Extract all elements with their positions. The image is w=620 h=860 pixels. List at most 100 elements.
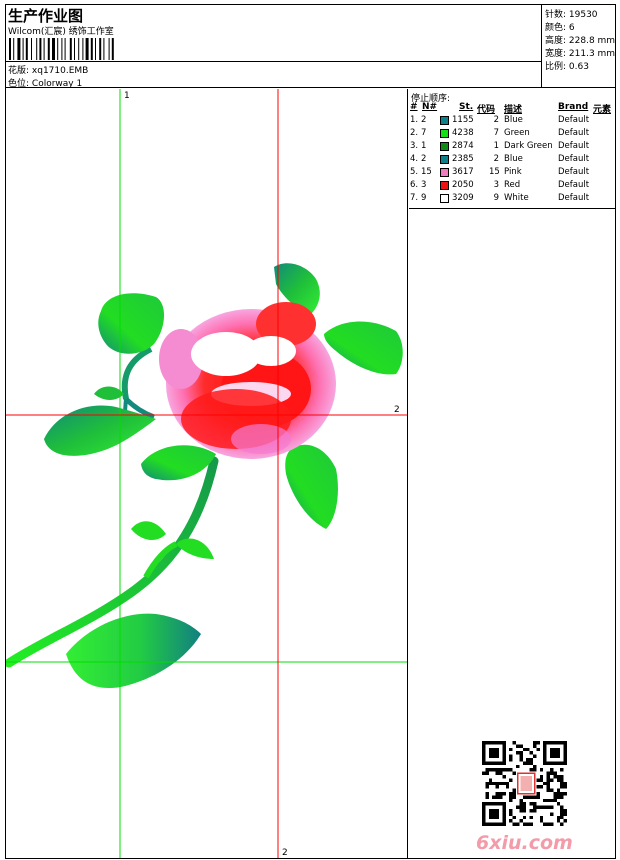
row-brand: Default	[558, 193, 590, 203]
site-logo: 6xiu.com	[476, 832, 573, 854]
production-sheet: 生产作业图 Wilcom(汇宸) 绣饰工作室 花版: xq1710.EMB 色位…	[5, 4, 616, 859]
row-brand: Default	[558, 128, 590, 138]
colorway-name: 色位: Colorway 1	[8, 76, 82, 89]
stat-height: 高度: 228.8 mm	[545, 33, 615, 46]
table-row: 2. 7 4238 7 Green Default	[409, 128, 615, 141]
sheet-body: 1 2 2 停止顺序: # N# St. 代码 描述 Brand 元素 1. 2 1…	[6, 89, 615, 858]
row-stop: 2	[493, 115, 499, 125]
table-row: 6. 3 2050 3 Red Default	[409, 180, 615, 193]
color-swatch	[440, 181, 449, 190]
row-needle: 1	[421, 141, 427, 151]
color-swatch	[440, 155, 449, 164]
color-swatch	[440, 129, 449, 138]
row-description: Red	[504, 180, 521, 190]
row-index: 7.	[410, 193, 419, 203]
stat-colors: 颜色: 6	[545, 20, 575, 33]
embroidery-design-image	[6, 89, 407, 858]
row-stop: 2	[493, 154, 499, 164]
table-row: 1. 2 1155 2 Blue Default	[409, 115, 615, 128]
leaf-bud-2	[176, 538, 214, 559]
upper-stem	[121, 346, 153, 400]
stat-label: 针数:	[545, 10, 569, 20]
side-panel: 停止顺序: # N# St. 代码 描述 Brand 元素 1. 2 1155 2 Bl…	[409, 89, 615, 858]
stat-scale: 比例: 0.63	[545, 59, 589, 72]
guide-label-right: 2	[394, 405, 400, 415]
row-code: 4238	[452, 128, 474, 138]
colorway-value: Colorway 1	[31, 79, 83, 89]
color-swatch	[440, 116, 449, 125]
column-header: #	[410, 102, 418, 112]
row-needle: 2	[421, 154, 427, 164]
color-swatch	[440, 194, 449, 203]
colorway-label: 色位:	[8, 79, 32, 89]
column-header: Brand	[558, 102, 589, 112]
row-stop: 1	[493, 141, 499, 151]
column-header: 元素	[593, 105, 612, 115]
leaf-lower-right	[285, 444, 338, 529]
row-code: 3617	[452, 167, 474, 177]
row-code: 3209	[452, 193, 474, 203]
stat-value: 228.8 mm	[568, 36, 616, 46]
column-header: 代码	[477, 105, 496, 115]
stat-value: 0.63	[568, 62, 589, 72]
stat-value: 19530	[568, 10, 598, 20]
row-index: 5.	[410, 167, 419, 177]
guide-label-bottom: 2	[282, 848, 288, 858]
table-row: 3. 1 2874 1 Dark Green Default	[409, 141, 615, 154]
barcode-icon	[9, 38, 114, 60]
column-header: 描述	[504, 105, 523, 115]
row-code: 1155	[452, 115, 474, 125]
row-index: 4.	[410, 154, 419, 164]
header-divider	[6, 61, 541, 62]
row-brand: Default	[558, 154, 590, 164]
table-row: 4. 2 2385 2 Blue Default	[409, 154, 615, 167]
row-description: Blue	[504, 154, 523, 164]
color-swatch	[440, 168, 449, 177]
row-description: White	[504, 193, 529, 203]
table-row: 5. 15 3617 15 Pink Default	[409, 167, 615, 180]
sheet-subtitle: Wilcom(汇宸) 绣饰工作室	[8, 27, 114, 37]
row-description: Blue	[504, 115, 523, 125]
header-info: 生产作业图 Wilcom(汇宸) 绣饰工作室 花版: xq1710.EMB 色位…	[6, 5, 541, 89]
row-code: 2050	[452, 180, 474, 190]
stat-value: 211.3 mm	[568, 49, 616, 59]
stat-stitches: 针数: 19530	[545, 7, 598, 20]
row-index: 3.	[410, 141, 419, 151]
leaf-bud-1	[131, 521, 166, 541]
leaf-left	[44, 405, 156, 456]
pattern-label: 花版:	[8, 66, 32, 76]
leaf-right	[324, 321, 403, 375]
row-index: 6.	[410, 180, 419, 190]
row-brand: Default	[558, 141, 590, 151]
row-stop: 7	[493, 128, 499, 138]
row-needle: 7	[421, 128, 427, 138]
stat-label: 比例:	[545, 62, 569, 72]
row-needle: 9	[421, 193, 427, 203]
row-brand: Default	[558, 115, 590, 125]
row-needle: 15	[421, 167, 432, 177]
qr-code-icon	[482, 741, 567, 826]
row-index: 2.	[410, 128, 419, 138]
row-needle: 2	[421, 115, 427, 125]
pattern-name: 花版: xq1710.EMB	[8, 63, 88, 76]
design-preview: 1 2 2	[6, 89, 408, 858]
sheet-title: 生产作业图	[8, 7, 84, 25]
leaf-middle	[141, 445, 216, 481]
column-header: N#	[422, 102, 438, 112]
color-swatch	[440, 142, 449, 151]
row-brand: Default	[558, 180, 590, 190]
table-row: 7. 9 3209 9 White Default	[409, 193, 615, 206]
row-stop: 9	[493, 193, 499, 203]
row-needle: 3	[421, 180, 427, 190]
row-brand: Default	[558, 167, 590, 177]
row-stop: 15	[489, 167, 500, 177]
row-stop: 3	[493, 180, 499, 190]
stop-sequence-table: 停止顺序: # N# St. 代码 描述 Brand 元素 1. 2 1155 2 Bl…	[409, 89, 615, 209]
stat-label: 颜色:	[545, 23, 569, 33]
row-description: Dark Green	[504, 141, 553, 151]
row-code: 2874	[452, 141, 474, 151]
rose-flower	[159, 302, 336, 459]
stat-value: 6	[568, 23, 575, 33]
design-stats: 针数: 19530 颜色: 6 高度: 228.8 mm 宽度: 211.3 m…	[541, 5, 615, 88]
stat-label: 高度:	[545, 36, 569, 46]
